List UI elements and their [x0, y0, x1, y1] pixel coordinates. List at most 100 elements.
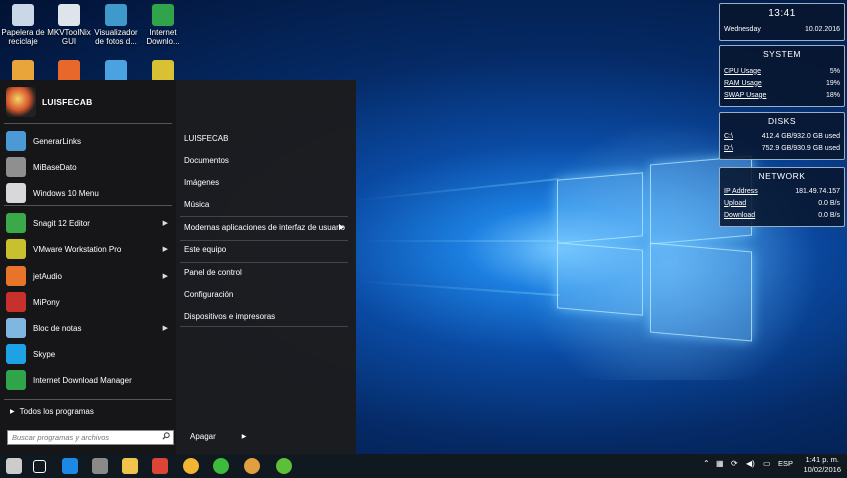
edge-icon[interactable]	[62, 458, 78, 474]
chevron-right-icon[interactable]: ▶	[339, 223, 344, 231]
program-item[interactable]: Skype	[6, 342, 174, 366]
mibasedato-icon	[6, 157, 26, 177]
network-row-value: 0.0 B/s	[818, 211, 840, 219]
place-item[interactable]: Documentos	[184, 156, 348, 168]
snagit-icon	[6, 213, 26, 233]
network-tray-icon[interactable]: ▦	[716, 459, 724, 468]
app-icon-3	[105, 60, 127, 82]
disks-row: D:\ 752.9 GB/930.9 GB used	[720, 142, 844, 154]
place-item[interactable]: LUISFECAB	[184, 134, 348, 146]
volume-icon[interactable]: ◀)	[746, 459, 755, 468]
avatar-app-icon[interactable]	[244, 458, 260, 474]
user-header[interactable]: LUISFECAB	[6, 87, 92, 117]
disks-row-value: 752.9 GB/930.9 GB used	[761, 144, 840, 152]
desktop-icon[interactable]: Internet Downlo...	[140, 4, 186, 46]
people-icon[interactable]: ⌃	[703, 459, 710, 468]
network-row-label: Upload	[724, 199, 747, 207]
firefox-icon	[58, 60, 80, 82]
program-item[interactable]: jetAudio ▶	[6, 264, 174, 288]
chevron-right-icon[interactable]: ▶	[163, 324, 168, 332]
app-icon[interactable]	[92, 458, 108, 474]
skype-icon	[6, 344, 26, 364]
place-label: Este equipo	[184, 245, 227, 254]
program-item[interactable]: VMware Workstation Pro ▶	[6, 237, 174, 261]
system-row-value: 5%	[829, 67, 840, 75]
green-app-icon[interactable]	[213, 458, 229, 474]
gadget-time: 13:41	[768, 8, 796, 19]
program-item[interactable]: Windows 10 Menu	[6, 181, 174, 205]
gadget-day: Wednesday	[724, 25, 761, 33]
place-label: Imágenes	[184, 178, 220, 187]
chevron-right-icon[interactable]: ▶	[163, 219, 168, 227]
system-row: SWAP Usage 18%	[720, 89, 844, 101]
idm-icon	[6, 370, 26, 390]
place-label: Música	[184, 200, 210, 209]
shutdown-button[interactable]: Apagar ▶	[190, 432, 246, 441]
search-input[interactable]	[8, 431, 157, 444]
disks-row-label: C:\	[724, 132, 733, 140]
program-label: jetAudio	[33, 271, 62, 281]
place-item[interactable]: Imágenes	[184, 178, 348, 190]
place-item[interactable]: Configuración	[184, 290, 348, 302]
desktop-icon[interactable]: MKVToolNix GUI	[46, 4, 92, 46]
program-item[interactable]: Bloc de notas ▶	[6, 316, 174, 340]
taskbar-time: 1:41 p. m.	[805, 455, 839, 464]
program-item[interactable]: Snagit 12 Editor ▶	[6, 211, 174, 235]
file-explorer-icon[interactable]	[122, 458, 138, 474]
place-item[interactable]: Modernas aplicaciones de interfaz de usu…	[184, 223, 348, 235]
app-icon-1	[12, 60, 34, 82]
program-label: MiBaseDato	[33, 162, 77, 172]
emoji-app-icon[interactable]	[183, 458, 199, 474]
start-menu: LUISFECAB GenerarLinks MiBaseDato Windows …	[0, 80, 356, 454]
chevron-right-icon[interactable]: ▶	[163, 245, 168, 253]
program-item[interactable]: GenerarLinks	[6, 129, 174, 153]
all-programs-label: Todos los programas	[19, 407, 94, 416]
system-row: CPU Usage 5%	[720, 65, 844, 77]
place-item[interactable]: Este equipo	[184, 245, 348, 257]
chevron-right-icon[interactable]: ▶	[163, 272, 168, 280]
all-programs-button[interactable]: ▶ Todos los programas	[10, 407, 94, 416]
notepad-icon	[6, 318, 26, 338]
biohazard-start-icon[interactable]	[6, 458, 22, 474]
desktop-icon[interactable]: Papelera de reciclaje	[0, 4, 46, 46]
desktop-icon[interactable]: Visualizador de fotos d...	[93, 4, 139, 46]
start-menu-programs-pane: LUISFECAB GenerarLinks MiBaseDato Windows …	[0, 80, 176, 454]
disks-title: DISKS	[767, 116, 796, 126]
download-app-icon[interactable]	[276, 458, 292, 474]
place-item[interactable]: Dispositivos e impresoras	[184, 312, 348, 324]
program-label: Windows 10 Menu	[33, 188, 99, 198]
user-avatar[interactable]	[6, 87, 36, 117]
program-label: Skype	[33, 349, 56, 359]
idm-icon	[152, 4, 174, 26]
user-name: LUISFECAB	[42, 97, 93, 107]
chrome-icon[interactable]	[152, 458, 168, 474]
vmware-icon	[6, 239, 26, 259]
mkvtoolnix-icon	[58, 4, 80, 26]
program-item[interactable]: MiPony	[6, 290, 174, 314]
program-item[interactable]: Internet Download Manager	[6, 368, 174, 392]
search-icon[interactable]	[162, 432, 170, 440]
clock-gadget: 13:41 Wednesday 10.02.2016	[719, 3, 845, 41]
place-item[interactable]: Panel de control	[184, 268, 348, 280]
chevron-right-icon[interactable]: ▶	[242, 433, 247, 440]
place-label: LUISFECAB	[184, 134, 229, 143]
place-label: Modernas aplicaciones de interfaz de usu…	[184, 223, 345, 232]
triangle-right-icon: ▶	[10, 409, 15, 415]
language-indicator[interactable]: ESP	[778, 459, 793, 468]
mipony-icon	[6, 292, 26, 312]
sync-tray-icon[interactable]: ⟳	[731, 459, 738, 468]
place-label: Configuración	[184, 290, 234, 299]
program-label: VMware Workstation Pro	[33, 244, 122, 254]
notification-icon[interactable]: ▭	[763, 459, 771, 468]
system-row-value: 19%	[825, 79, 840, 87]
system-row: RAM Usage 19%	[720, 77, 844, 89]
taskbar-clock[interactable]: 1:41 p. m. 10/02/2016	[803, 455, 841, 475]
task-view-icon[interactable]	[33, 460, 46, 473]
program-label: Internet Download Manager	[33, 375, 132, 385]
network-row-label: IP Address	[724, 187, 758, 195]
disks-gadget: DISKS C:\ 412.4 GB/932.0 GB used D:\ 752.9 …	[719, 112, 845, 160]
place-item[interactable]: Música	[184, 200, 348, 212]
search-box[interactable]	[7, 430, 174, 445]
program-item[interactable]: MiBaseDato	[6, 155, 174, 179]
app-icon-4	[152, 60, 174, 82]
